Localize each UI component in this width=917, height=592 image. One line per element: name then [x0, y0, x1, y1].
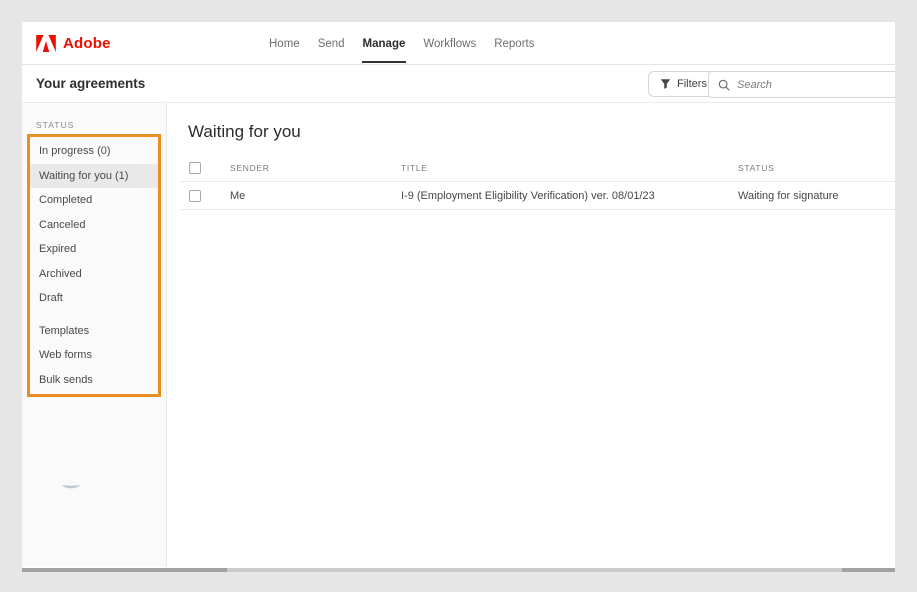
agreements-toolbar: Your agreements Filters: [22, 65, 895, 103]
adobe-logo-text: Adobe: [63, 35, 111, 52]
scrollbar-thumb-left[interactable]: [22, 568, 227, 572]
adobe-logo-icon: [36, 35, 56, 52]
row-title: I-9 (Employment Eligibility Verification…: [401, 190, 738, 202]
status-sidebar: STATUS In progress (0) Waiting for you (…: [22, 103, 167, 567]
row-status: Waiting for signature: [738, 190, 895, 202]
section-heading: Waiting for you: [188, 122, 895, 142]
sidebar-item-archived[interactable]: Archived: [30, 262, 158, 287]
search-icon: [718, 79, 730, 91]
row-sender: Me: [230, 190, 401, 202]
sidebar-item-templates[interactable]: Templates: [30, 319, 158, 344]
row-checkbox-cell: [180, 190, 230, 202]
app-window: Adobe Home Send Manage Workflows Reports…: [22, 22, 895, 568]
sidebar-group-divider: [30, 311, 158, 319]
row-checkbox[interactable]: [189, 190, 201, 202]
search-box: [708, 71, 895, 98]
page-title: Your agreements: [22, 76, 145, 91]
adobe-logo[interactable]: Adobe: [22, 35, 111, 52]
sidebar-item-bulk-sends[interactable]: Bulk sends: [30, 368, 158, 393]
top-nav-bar: Adobe Home Send Manage Workflows Reports: [22, 22, 895, 65]
nav-tab-home[interactable]: Home: [268, 24, 301, 63]
select-all-checkbox[interactable]: [189, 162, 201, 174]
column-header-status: STATUS: [738, 163, 895, 173]
column-header-title: TITLE: [401, 163, 738, 173]
sidebar-item-draft[interactable]: Draft: [30, 286, 158, 311]
faint-loader-mark: [62, 481, 80, 488]
sidebar-item-web-forms[interactable]: Web forms: [30, 343, 158, 368]
table-row[interactable]: Me I-9 (Employment Eligibility Verificat…: [180, 182, 895, 210]
horizontal-scrollbar: [22, 568, 895, 572]
filter-icon: [660, 78, 671, 90]
nav-tab-send[interactable]: Send: [317, 24, 346, 63]
sidebar-item-waiting-for-you[interactable]: Waiting for you (1): [30, 164, 158, 189]
nav-tab-workflows[interactable]: Workflows: [422, 24, 477, 63]
sidebar-item-completed[interactable]: Completed: [30, 188, 158, 213]
agreements-main: Waiting for you SENDER TITLE STATUS Me I…: [167, 103, 895, 567]
sidebar-item-expired[interactable]: Expired: [30, 237, 158, 262]
sidebar-highlight-outline: In progress (0) Waiting for you (1) Comp…: [27, 134, 161, 397]
scrollbar-thumb-right[interactable]: [842, 568, 895, 572]
search-input[interactable]: [737, 79, 867, 91]
primary-nav: Home Send Manage Workflows Reports: [268, 22, 535, 64]
header-checkbox-cell: [180, 162, 230, 174]
sidebar-item-canceled[interactable]: Canceled: [30, 213, 158, 238]
filters-button-label: Filters: [677, 78, 707, 90]
agreements-table: SENDER TITLE STATUS Me I-9 (Employment E…: [180, 155, 895, 210]
nav-tab-manage[interactable]: Manage: [362, 24, 407, 63]
status-section-label: STATUS: [36, 120, 166, 130]
table-header-row: SENDER TITLE STATUS: [180, 155, 895, 182]
nav-tab-reports[interactable]: Reports: [493, 24, 535, 63]
column-header-sender: SENDER: [230, 163, 401, 173]
sidebar-item-in-progress[interactable]: In progress (0): [30, 139, 158, 164]
content-area: STATUS In progress (0) Waiting for you (…: [22, 103, 895, 567]
